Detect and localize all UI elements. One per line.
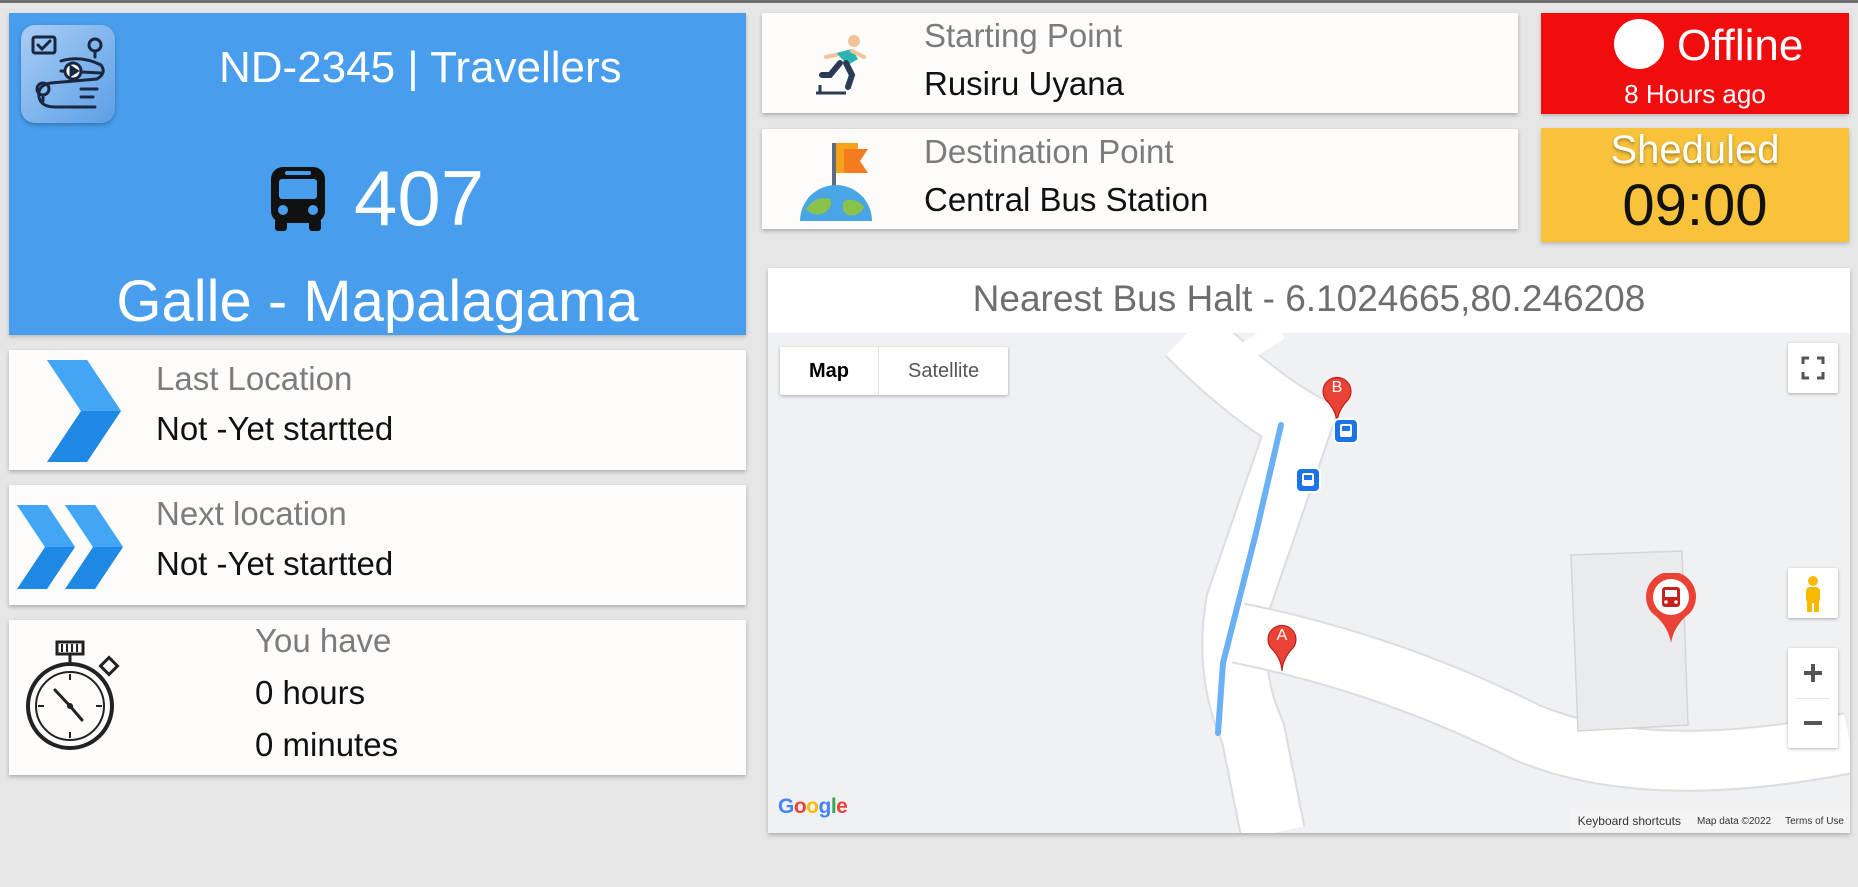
keyboard-shortcuts-link[interactable]: Keyboard shortcuts bbox=[1570, 814, 1689, 828]
bus-info-card: ND-2345 | Travellers 407 Galle - Mapalag… bbox=[9, 13, 746, 335]
map-view[interactable]: Map Satellite B A Google Keyboard shortc… bbox=[768, 333, 1850, 833]
zoom-control bbox=[1788, 648, 1838, 748]
double-chevron-right-icon bbox=[15, 503, 131, 591]
next-location-value: Not -Yet startted bbox=[156, 545, 394, 582]
map-type-map-button[interactable]: Map bbox=[780, 347, 879, 395]
status-since: 8 Hours ago bbox=[1624, 79, 1766, 109]
map-type-control: Map Satellite bbox=[780, 347, 1009, 395]
bus-icon bbox=[267, 165, 329, 233]
bus-halt-marker-icon bbox=[1646, 571, 1696, 643]
status-text: Offline bbox=[1677, 21, 1804, 70]
time-remaining-label: You have bbox=[255, 622, 392, 659]
last-location-value: Not -Yet startted bbox=[156, 410, 394, 447]
status-indicator-icon bbox=[1614, 19, 1664, 69]
bus-stop-icon[interactable] bbox=[1333, 418, 1359, 444]
fullscreen-button[interactable] bbox=[1788, 343, 1838, 393]
schedule-time: 09:00 bbox=[1622, 173, 1768, 238]
marker-a[interactable]: A bbox=[1267, 624, 1297, 672]
fullscreen-icon bbox=[1801, 356, 1825, 380]
map-data-attribution: Map data ©2022 bbox=[1697, 815, 1772, 827]
nearest-bus-halt-title: Nearest Bus Halt - 6.1024665,80.246208 bbox=[972, 278, 1646, 319]
time-remaining-minutes: 0 minutes bbox=[255, 726, 399, 763]
destination-point-label: Destination Point bbox=[924, 133, 1174, 170]
starting-point-card: Starting Point Rusiru Uyana bbox=[762, 13, 1518, 113]
zoom-out-button[interactable] bbox=[1788, 698, 1838, 748]
terms-of-use-link[interactable]: Terms of Use bbox=[1779, 816, 1850, 827]
time-remaining-card: You have 0 hours 0 minutes bbox=[9, 620, 746, 775]
marker-b-label: B bbox=[1331, 379, 1343, 396]
last-location-card: Last Location Not -Yet startted bbox=[9, 350, 746, 470]
google-logo: Google bbox=[778, 795, 848, 818]
schedule-label: Sheduled bbox=[1610, 128, 1780, 172]
marker-a-label: A bbox=[1276, 627, 1288, 644]
starting-point-label: Starting Point bbox=[924, 17, 1123, 54]
street-view-pegman-button[interactable] bbox=[1788, 568, 1838, 618]
zoom-in-button[interactable] bbox=[1788, 648, 1838, 698]
next-location-card: Next location Not -Yet startted bbox=[9, 485, 746, 605]
last-location-label: Last Location bbox=[156, 360, 353, 397]
starting-point-value: Rusiru Uyana bbox=[924, 65, 1124, 102]
top-border bbox=[0, 0, 1858, 3]
route-number: 407 bbox=[354, 154, 485, 242]
time-remaining-hours: 0 hours bbox=[255, 674, 366, 711]
nearest-bus-halt-card: Nearest Bus Halt - 6.1024665,80.246208 M… bbox=[768, 268, 1850, 833]
map-footer: Keyboard shortcuts Map data ©2022 Terms … bbox=[1569, 809, 1850, 833]
chevron-right-icon bbox=[37, 358, 123, 464]
schedule-card: Sheduled 09:00 bbox=[1541, 128, 1849, 242]
marker-b[interactable]: B bbox=[1322, 376, 1352, 424]
status-card: Offline 8 Hours ago bbox=[1541, 13, 1849, 114]
bus-halt-marker[interactable] bbox=[1644, 571, 1698, 645]
runner-icon bbox=[806, 31, 876, 97]
stopwatch-icon bbox=[25, 640, 129, 752]
map-type-satellite-button[interactable]: Satellite bbox=[879, 347, 1008, 395]
destination-flag-globe-icon bbox=[798, 139, 874, 221]
route-app-logo-icon bbox=[21, 25, 115, 123]
destination-point-value: Central Bus Station bbox=[924, 181, 1209, 218]
next-location-label: Next location bbox=[156, 495, 347, 532]
route-name: Galle - Mapalagama bbox=[116, 269, 639, 334]
bus-code-title: ND-2345 | Travellers bbox=[219, 43, 622, 92]
pegman-icon bbox=[1806, 576, 1820, 612]
destination-point-card: Destination Point Central Bus Station bbox=[762, 129, 1518, 229]
bus-stop-icon[interactable] bbox=[1295, 467, 1321, 493]
zoom-out-icon bbox=[1804, 721, 1822, 725]
zoom-in-icon bbox=[1804, 664, 1822, 682]
